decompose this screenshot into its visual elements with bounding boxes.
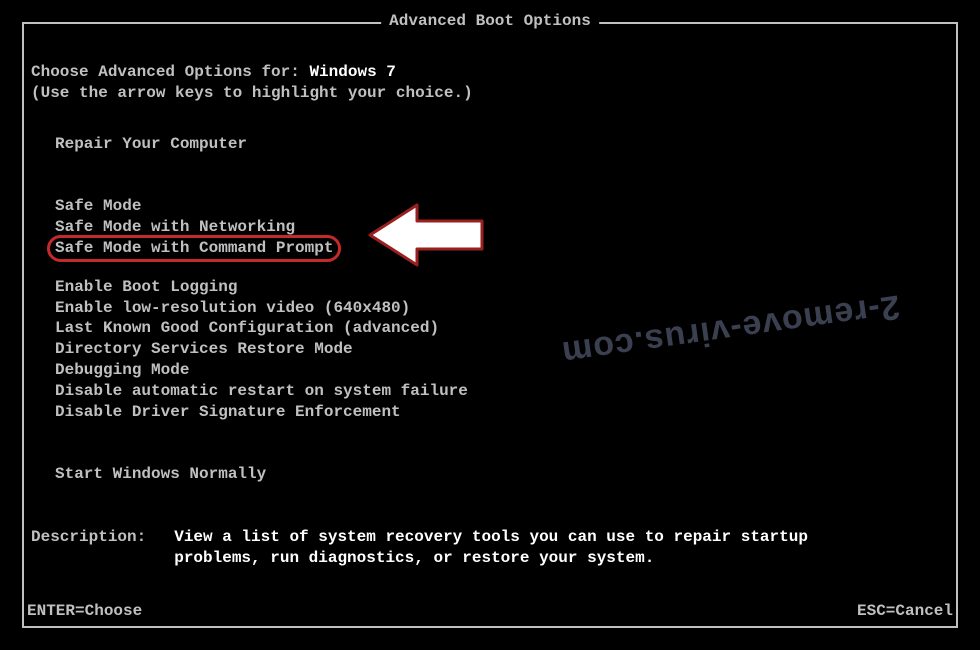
footer-bar: ENTER=Choose ESC=Cancel: [27, 602, 953, 620]
choose-prefix: Choose Advanced Options for:: [31, 63, 309, 81]
choose-line: Choose Advanced Options for: Windows 7: [27, 62, 953, 83]
option-disable-driver-sig[interactable]: Disable Driver Signature Enforcement: [55, 402, 401, 423]
option-directory-services-restore[interactable]: Directory Services Restore Mode: [55, 339, 353, 360]
window-title: Advanced Boot Options: [381, 12, 599, 30]
description-block: Description: View a list of system recov…: [27, 527, 953, 569]
option-safe-mode[interactable]: Safe Mode: [55, 196, 141, 217]
os-name: Windows 7: [309, 63, 395, 81]
arrow-hint: (Use the arrow keys to highlight your ch…: [27, 83, 953, 104]
option-safe-mode-networking[interactable]: Safe Mode with Networking: [55, 217, 295, 238]
option-low-res-video[interactable]: Enable low-resolution video (640x480): [55, 298, 410, 319]
option-last-known-good[interactable]: Last Known Good Configuration (advanced): [55, 318, 439, 339]
option-repair-your-computer[interactable]: Repair Your Computer: [55, 134, 247, 155]
description-label: Description:: [31, 527, 146, 569]
option-disable-auto-restart[interactable]: Disable automatic restart on system fail…: [55, 381, 468, 402]
description-text: View a list of system recovery tools you…: [174, 527, 814, 569]
footer-esc: ESC=Cancel: [857, 602, 953, 620]
boot-options-frame: Advanced Boot Options Choose Advanced Op…: [22, 22, 958, 628]
option-enable-boot-logging[interactable]: Enable Boot Logging: [55, 277, 237, 298]
option-safe-mode-command-prompt[interactable]: Safe Mode with Command Prompt: [55, 238, 333, 259]
option-debugging-mode[interactable]: Debugging Mode: [55, 360, 189, 381]
footer-enter: ENTER=Choose: [27, 602, 142, 620]
option-start-windows-normally[interactable]: Start Windows Normally: [55, 464, 266, 485]
